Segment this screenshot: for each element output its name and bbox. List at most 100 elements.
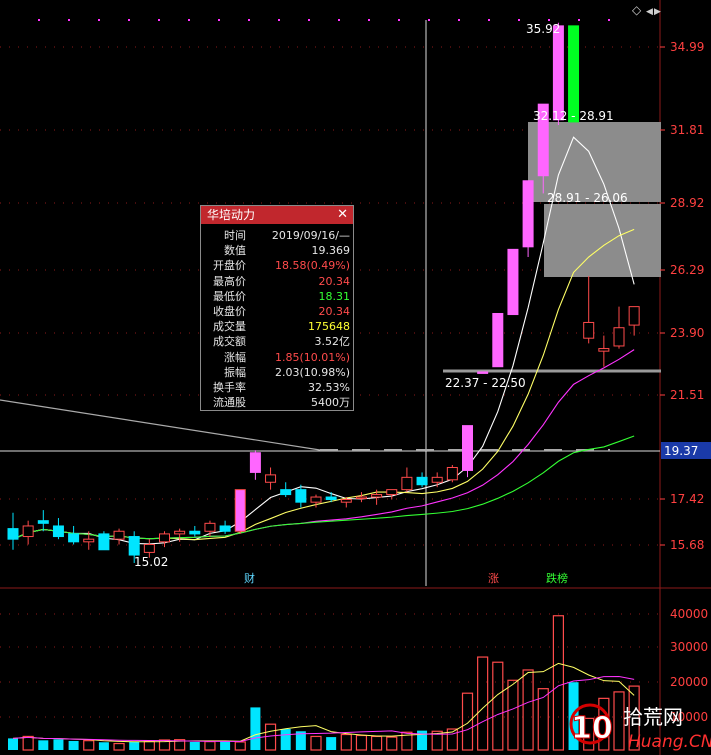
event-dot xyxy=(428,19,430,21)
candle-body xyxy=(340,499,352,503)
info-popup-title[interactable]: 华培动力 ✕ xyxy=(201,206,353,224)
candle-body xyxy=(280,489,292,496)
info-row-value: 19.369 xyxy=(311,244,351,258)
zone3-label: 22.37 - 22.50 xyxy=(445,376,526,390)
info-row-label: 时间 xyxy=(224,229,246,242)
candle-body xyxy=(371,494,383,498)
event-dot xyxy=(98,19,100,21)
volume-axis-label: 30000 xyxy=(670,640,708,654)
candle-body xyxy=(355,496,367,500)
info-row: 最高价 20.34 xyxy=(201,274,353,289)
candle-body xyxy=(234,489,246,532)
candle-body xyxy=(83,538,95,543)
price-axis-label: 28.92 xyxy=(670,196,704,210)
close-icon[interactable]: ✕ xyxy=(337,206,348,224)
quote-info-popup[interactable]: 华培动力 ✕ 时间 2019/09/16/— 数值 19.369 开盘价 18.58(0.… xyxy=(200,205,354,411)
info-rows: 时间 2019/09/16/— 数值 19.369 开盘价 18.58(0.49%) 最高价… xyxy=(201,224,353,410)
kline-chart[interactable]: 34.99 31.81 28.92 26.29 23.90 21.51 19.37 17.42… xyxy=(0,0,711,755)
info-row-label: 成交额 xyxy=(213,335,246,349)
info-row-value: 18.31 xyxy=(318,289,351,303)
info-row: 流通股 5400万 xyxy=(201,395,353,410)
zone2-label: 28.91 - 26.06 xyxy=(547,191,628,205)
candle-body xyxy=(204,522,216,532)
price-axis-label: 15.68 xyxy=(670,538,704,552)
event-tag-dieban[interactable]: 跌榜 xyxy=(546,571,568,585)
event-tag-zhang[interactable]: 涨 xyxy=(488,572,499,585)
arrow-left-icon[interactable]: ◀ xyxy=(646,7,653,17)
volume-bar xyxy=(280,729,291,750)
info-row: 振幅 2.03(10.98%) xyxy=(201,365,353,380)
candle-body xyxy=(522,180,534,248)
candle-body xyxy=(68,533,80,543)
candle-body xyxy=(325,496,337,501)
candle-body xyxy=(174,530,186,535)
event-dot xyxy=(398,19,400,21)
info-row-label: 最高价 xyxy=(213,274,246,288)
candle-body xyxy=(507,248,519,316)
candle-body xyxy=(446,466,458,481)
high-price-label: 35.92 xyxy=(526,22,560,36)
price-axis-label: 17.42 xyxy=(670,492,704,506)
info-row: 数值 19.369 xyxy=(201,243,353,258)
event-dot xyxy=(458,19,460,21)
event-dot xyxy=(608,19,610,21)
candle-body xyxy=(159,533,170,543)
candle-body xyxy=(113,530,125,540)
info-row: 时间 2019/09/16/— xyxy=(201,228,353,243)
info-row-value: 32.53% xyxy=(308,380,350,394)
info-row-label: 换手率 xyxy=(213,380,246,394)
arrow-right-icon[interactable]: ▶ xyxy=(654,7,661,17)
volume-bar xyxy=(250,707,261,750)
zone1-label: 32.12 - 28.91 xyxy=(533,109,614,123)
info-row-value: 20.34 xyxy=(318,304,351,318)
candle-body xyxy=(416,476,428,486)
candle-body xyxy=(583,321,595,339)
candle-body xyxy=(477,371,489,374)
candle-body xyxy=(295,489,307,503)
info-row-label: 数值 xyxy=(224,244,246,258)
info-row-value: 1.85(10.01%) xyxy=(274,350,350,364)
volume-bar xyxy=(326,737,337,750)
event-dot xyxy=(128,19,130,21)
diamond-icon[interactable]: ◇ xyxy=(632,3,642,17)
price-axis-label: 23.90 xyxy=(670,326,704,340)
volume-bar xyxy=(220,740,231,750)
candle-body xyxy=(219,525,231,532)
info-row: 成交量 175648 xyxy=(201,319,353,334)
info-row-value: 2019/09/16/— xyxy=(271,229,350,242)
volume-bar xyxy=(8,738,18,750)
resistance-zone-2 xyxy=(544,204,661,277)
info-row: 成交额 3.52亿 xyxy=(201,334,353,349)
info-row-value: 2.03(10.98%) xyxy=(274,365,350,379)
info-row: 收盘价 20.34 xyxy=(201,304,353,319)
event-dot xyxy=(248,19,250,21)
event-dot xyxy=(338,19,340,21)
candle-body xyxy=(613,327,625,347)
volume-axis-label: 20000 xyxy=(670,675,708,689)
info-row-label: 成交量 xyxy=(213,320,246,334)
current-price-label: 19.37 xyxy=(664,444,698,458)
info-row: 换手率 32.53% xyxy=(201,380,353,395)
event-dot xyxy=(488,19,490,21)
event-tag-cai[interactable]: 财 xyxy=(244,571,255,585)
info-row-value: 175648 xyxy=(308,320,350,334)
price-axis-label: 31.81 xyxy=(670,123,704,137)
event-dot xyxy=(188,19,190,21)
candle-body xyxy=(568,25,580,123)
event-dot xyxy=(278,19,280,21)
volume-bar xyxy=(98,742,109,750)
watermark-text: 拾荒网 xyxy=(623,705,683,729)
stock-name: 华培动力 xyxy=(207,208,256,222)
info-row-value: 5400万 xyxy=(311,396,350,410)
candle-body xyxy=(401,476,413,491)
volume-bar xyxy=(129,741,140,750)
candle-body xyxy=(310,496,322,503)
event-dot xyxy=(518,19,520,21)
candle-body xyxy=(98,533,110,551)
info-row-label: 开盘价 xyxy=(213,259,246,273)
volume-axis-label: 40000 xyxy=(670,607,708,621)
price-axis-label: 21.51 xyxy=(670,388,704,402)
candle-body xyxy=(249,452,261,473)
watermark-url: Huang.CN xyxy=(628,732,711,752)
info-row-label: 涨幅 xyxy=(224,350,246,364)
